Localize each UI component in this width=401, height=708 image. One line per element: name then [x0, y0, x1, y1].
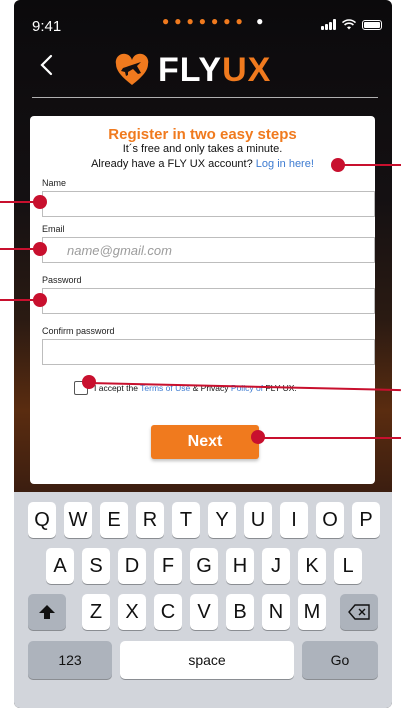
- login-prompt: Already have a FLY UX account? Log in he…: [30, 158, 375, 170]
- fly-ux-logo: FLYUX: [114, 48, 271, 92]
- key-j[interactable]: J: [262, 548, 290, 584]
- logo-fly: FLY: [158, 50, 223, 89]
- logo-ux: UX: [222, 50, 272, 89]
- status-bar: 9:41 ●●●●●●● ●: [14, 0, 392, 44]
- confirm-password-field[interactable]: [42, 339, 375, 365]
- key-r[interactable]: R: [136, 502, 164, 538]
- plane-heart-icon: [115, 53, 149, 85]
- shift-key[interactable]: [28, 594, 66, 630]
- key-f[interactable]: F: [154, 548, 182, 584]
- annotation-dot-login: [331, 158, 345, 172]
- signal-icon: [321, 19, 336, 30]
- go-key[interactable]: Go: [302, 641, 378, 679]
- status-time: 9:41: [32, 18, 62, 35]
- system-icons: [321, 19, 382, 30]
- confirm-password-label: Confirm password: [42, 326, 115, 336]
- login-link[interactable]: Log in here!: [256, 158, 314, 170]
- key-k[interactable]: K: [298, 548, 326, 584]
- backspace-icon: [348, 604, 370, 620]
- login-prompt-text: Already have a FLY UX account?: [91, 158, 253, 170]
- key-l[interactable]: L: [334, 548, 362, 584]
- keyboard: Q W E R T Y U I O P A S D F G H J K L Z: [14, 492, 392, 708]
- battery-icon: [362, 19, 382, 30]
- logo-text: FLYUX: [158, 51, 271, 90]
- key-h[interactable]: H: [226, 548, 254, 584]
- key-q[interactable]: Q: [28, 502, 56, 538]
- page-dots: ●●●●●●● ●: [162, 14, 268, 28]
- key-a[interactable]: A: [46, 548, 74, 584]
- annotation-line-login: [338, 164, 401, 166]
- header-divider: [32, 97, 378, 98]
- email-label: Email: [42, 224, 65, 234]
- key-e[interactable]: E: [100, 502, 128, 538]
- password-label: Password: [42, 275, 82, 285]
- key-p[interactable]: P: [352, 502, 380, 538]
- key-d[interactable]: D: [118, 548, 146, 584]
- wifi-icon: [342, 19, 356, 30]
- register-card: Register in two easy steps It´s free and…: [30, 116, 375, 484]
- name-label: Name: [42, 178, 67, 188]
- annotation-line-next: [258, 437, 401, 439]
- key-z[interactable]: Z: [82, 594, 110, 630]
- annotation-dot-password: [33, 293, 47, 307]
- email-field[interactable]: [42, 237, 375, 263]
- terms-prefix: I accept the: [94, 383, 138, 393]
- space-key[interactable]: space: [120, 641, 294, 679]
- key-w[interactable]: W: [64, 502, 92, 538]
- key-v[interactable]: V: [190, 594, 218, 630]
- delete-key[interactable]: [340, 594, 378, 630]
- key-i[interactable]: I: [280, 502, 308, 538]
- annotation-dot-email: [33, 242, 47, 256]
- name-field[interactable]: [42, 191, 375, 217]
- annotation-dot-terms: [82, 375, 96, 389]
- numbers-key[interactable]: 123: [28, 641, 112, 679]
- key-t[interactable]: T: [172, 502, 200, 538]
- page-dots-orange: ●●●●●●●: [162, 14, 248, 28]
- key-u[interactable]: U: [244, 502, 272, 538]
- chevron-left-icon[interactable]: [36, 52, 58, 78]
- key-s[interactable]: S: [82, 548, 110, 584]
- page-dots-white: ●: [256, 14, 269, 28]
- annotation-dot-name: [33, 195, 47, 209]
- shift-icon: [39, 605, 55, 619]
- key-g[interactable]: G: [190, 548, 218, 584]
- key-m[interactable]: M: [298, 594, 326, 630]
- key-c[interactable]: C: [154, 594, 182, 630]
- form-subtitle: It´s free and only takes a minute.: [122, 143, 283, 155]
- form-title: Register in two easy steps: [108, 126, 297, 143]
- phone-screen: 9:41 ●●●●●●● ● FLYUX Register in two eas…: [14, 0, 392, 708]
- key-n[interactable]: N: [262, 594, 290, 630]
- key-b[interactable]: B: [226, 594, 254, 630]
- key-o[interactable]: O: [316, 502, 344, 538]
- next-button[interactable]: Next: [151, 425, 259, 459]
- key-y[interactable]: Y: [208, 502, 236, 538]
- password-field[interactable]: [42, 288, 375, 314]
- annotation-dot-next: [251, 430, 265, 444]
- key-x[interactable]: X: [118, 594, 146, 630]
